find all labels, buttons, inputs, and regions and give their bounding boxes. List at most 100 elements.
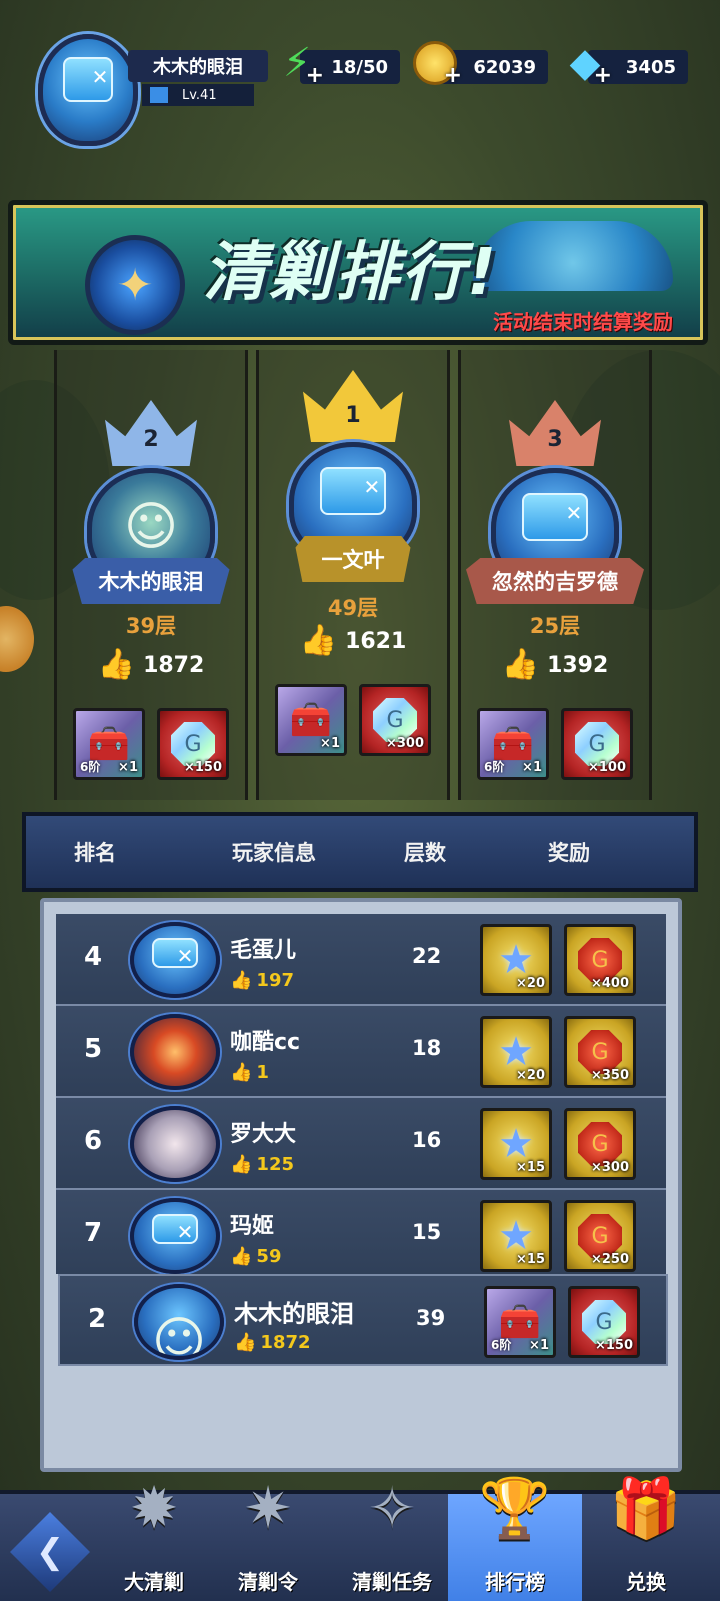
rewards: 🧰 6阶 ×1 G ×100 xyxy=(461,708,649,780)
menu-logo-button[interactable]: ❮ xyxy=(10,1512,90,1592)
avatar: ✕ xyxy=(130,922,220,998)
bottom-nav: ❮ ✹ 大清剿 ✷ 清剿令 ✧ 清剿任务 🏆 排行榜 🎁 兑换 xyxy=(0,1474,720,1601)
star-reward[interactable]: ★ ×15 xyxy=(480,1108,552,1180)
floors: 18 xyxy=(412,1036,442,1060)
gem-value: 3405 xyxy=(625,56,676,78)
star-reward[interactable]: ★ ×20 xyxy=(480,924,552,996)
player-name: 木木的眼泪 xyxy=(98,570,204,594)
tank-icon: ✕ xyxy=(152,938,198,969)
tank-icon: ✕ xyxy=(521,492,589,542)
tab-leaderboard[interactable]: 🏆 排行榜 xyxy=(448,1474,582,1601)
rank: 2 xyxy=(88,1304,107,1334)
tab-exchange[interactable]: 🎁 兑换 xyxy=(584,1474,708,1601)
reward-count: ×15 xyxy=(516,1160,545,1175)
floors: 49层 xyxy=(327,596,379,620)
top-bar: ✕ 木木的眼泪 Lv.41 18/50 ⚡ + 62039 + 3405 ◆ + xyxy=(0,0,720,190)
star-reward[interactable]: ★ ×15 xyxy=(480,1200,552,1272)
table-row[interactable]: 5 咖酷cc 👍 1 18 ★ ×20 G ×350 xyxy=(56,1006,666,1098)
redgem-reward[interactable]: G ×300 xyxy=(564,1108,636,1180)
like-count[interactable]: 👍 1392 xyxy=(461,650,649,680)
redgem-reward[interactable]: G ×250 xyxy=(564,1200,636,1272)
like-count[interactable]: 👍 197 xyxy=(230,970,294,991)
header-rank: 排名 xyxy=(74,841,116,865)
chest-reward[interactable]: 🧰 ×1 xyxy=(275,684,347,756)
thumbs-up-icon: 👍 xyxy=(234,1332,257,1353)
likes-value: 1392 xyxy=(547,652,609,678)
crystal-reward[interactable]: G ×150 xyxy=(157,708,229,780)
plus-icon: + xyxy=(305,63,324,88)
like-count[interactable]: 👍 1 xyxy=(230,1062,269,1083)
side-event-bubble[interactable] xyxy=(0,606,34,672)
thumbs-up-icon: 👍 xyxy=(97,647,136,682)
table-row[interactable]: 7 ✕ 玛姬 👍 59 15 ★ ×15 G ×250 xyxy=(56,1190,666,1274)
rank: 5 xyxy=(84,1034,103,1064)
tab-purge-pass[interactable]: ✷ 清剿令 xyxy=(212,1474,324,1601)
redgem-reward[interactable]: G ×400 xyxy=(564,924,636,996)
my-rank-row[interactable]: 2 木木的眼泪 👍1872 39 🧰6阶×1 G×150 xyxy=(58,1274,668,1366)
rewards: 🧰 ×1 G ×300 xyxy=(259,684,447,756)
podium-rank-2[interactable]: 2 木木的眼泪 39层 👍 1872 🧰 6阶 ×1 G ×150 xyxy=(54,350,248,800)
likes-value: 1872 xyxy=(260,1332,311,1353)
redgem-reward[interactable]: G ×350 xyxy=(564,1016,636,1088)
rewards: 🧰 6阶 ×1 G ×150 xyxy=(484,1286,640,1358)
chest-reward[interactable]: 🧰 6阶 ×1 xyxy=(477,708,549,780)
compass-emblem-icon: ✦ xyxy=(85,235,185,335)
rewards: 🧰 6阶 ×1 G ×150 xyxy=(57,708,245,780)
like-count[interactable]: 👍 1872 xyxy=(57,650,245,680)
podium-rank-3[interactable]: 3 ✕ 忽然的吉罗德 25层 👍 1392 🧰 6阶 ×1 G ×100 xyxy=(458,350,652,800)
thumbs-up-icon: 👍 xyxy=(501,647,540,682)
reward-count: ×1 xyxy=(118,760,138,775)
likes-value: 197 xyxy=(256,970,294,991)
reward-count: ×20 xyxy=(516,976,545,991)
podium-rank-1[interactable]: 1 ✕ 一文叶 49层 👍 1621 🧰 ×1 G ×300 xyxy=(256,350,450,800)
rank-list[interactable]: 4 ✕ 毛蛋儿 👍 197 22 ★ ×20 G ×400 5 咖酷cc 👍 1 18 … xyxy=(56,914,666,1274)
crown-gold-icon: 1 xyxy=(303,370,403,442)
crown-silver-icon: 2 xyxy=(105,400,197,466)
reward-count: ×100 xyxy=(587,760,626,775)
trophy-icon: 🏆 xyxy=(478,1474,552,1542)
rank: 6 xyxy=(84,1126,103,1156)
rank: 7 xyxy=(84,1218,103,1248)
tab-purge-tasks[interactable]: ✧ 清剿任务 xyxy=(330,1474,454,1601)
reward-count: ×400 xyxy=(590,976,629,991)
crystal-reward[interactable]: G ×100 xyxy=(561,708,633,780)
player-avatar[interactable]: ✕ xyxy=(38,34,138,146)
player-level-text: Lv.41 xyxy=(182,87,217,103)
likes-value: 59 xyxy=(256,1246,282,1267)
gem-add-button[interactable]: ◆ + xyxy=(560,38,612,88)
reward-count: ×350 xyxy=(590,1068,629,1083)
banner-title: 清剿排行! xyxy=(203,236,499,310)
level-bar xyxy=(150,87,168,103)
reward-count: ×150 xyxy=(594,1338,633,1353)
rank-number: 3 xyxy=(547,427,563,452)
like-count[interactable]: 👍 125 xyxy=(230,1154,294,1175)
reward-count: ×1 xyxy=(529,1338,549,1353)
crystal-reward[interactable]: G ×150 xyxy=(568,1286,640,1358)
chest-reward[interactable]: 🧰 6阶 ×1 xyxy=(484,1286,556,1358)
chest-reward[interactable]: 🧰 6阶 ×1 xyxy=(73,708,145,780)
tier-label: 6阶 xyxy=(484,760,505,774)
floors: 22 xyxy=(412,944,442,968)
thumbs-up-icon: 👍 xyxy=(230,970,253,991)
table-row[interactable]: 4 ✕ 毛蛋儿 👍 197 22 ★ ×20 G ×400 xyxy=(56,914,666,1006)
player-name: 忽然的吉罗德 xyxy=(492,570,618,594)
avatar xyxy=(134,1284,224,1360)
plus-icon: + xyxy=(443,63,462,88)
table-row[interactable]: 6 罗大大 👍 125 16 ★ ×15 G ×300 xyxy=(56,1098,666,1190)
rewards: ★ ×15 G ×250 xyxy=(480,1200,636,1272)
name-ribbon: 一文叶 xyxy=(295,536,411,582)
plus-icon: + xyxy=(593,63,612,88)
like-count[interactable]: 👍 1872 xyxy=(234,1332,311,1353)
floors: 39层 xyxy=(125,614,177,638)
tab-great-purge[interactable]: ✹ 大清剿 xyxy=(98,1474,210,1601)
avatar-tank-icon: ✕ xyxy=(62,57,114,103)
energy-add-button[interactable]: ⚡ + xyxy=(272,38,324,88)
reward-count: ×150 xyxy=(183,760,222,775)
rank: 4 xyxy=(84,942,103,972)
coin-add-button[interactable]: + xyxy=(410,38,462,88)
like-count[interactable]: 👍 59 xyxy=(230,1246,281,1267)
crystal-reward[interactable]: G ×300 xyxy=(359,684,431,756)
star-reward[interactable]: ★ ×20 xyxy=(480,1016,552,1088)
tab-label: 兑换 xyxy=(626,1570,666,1594)
like-count[interactable]: 👍 1621 xyxy=(259,626,447,656)
